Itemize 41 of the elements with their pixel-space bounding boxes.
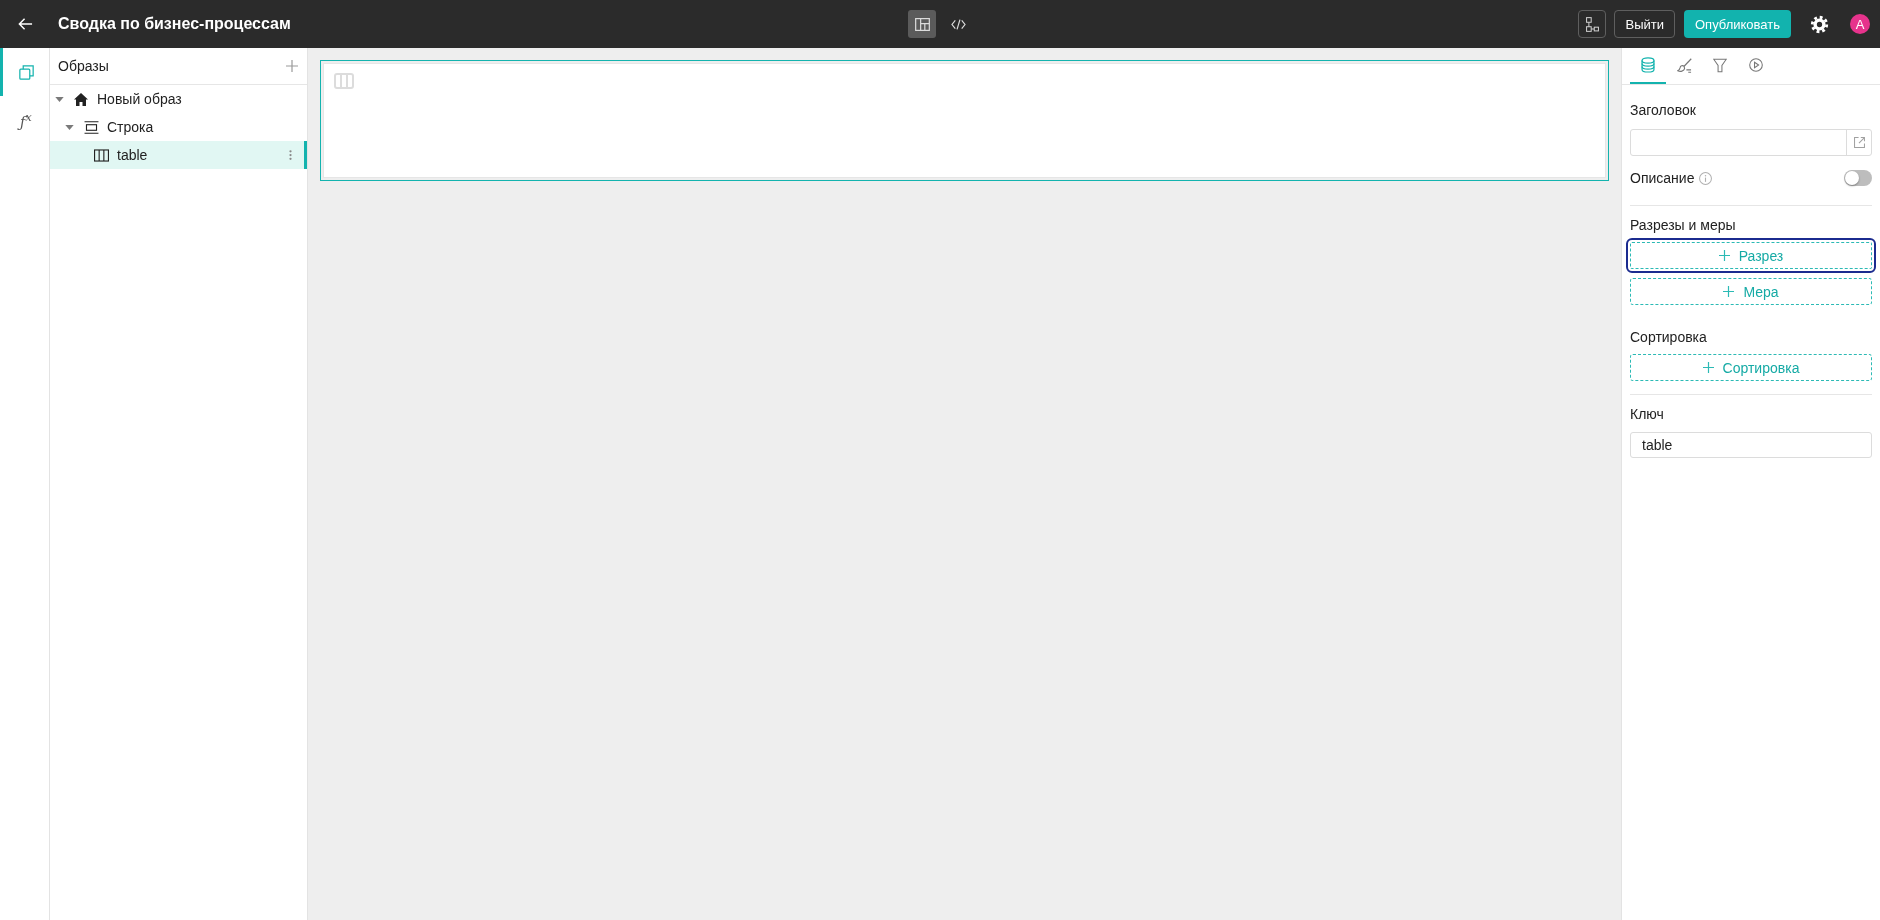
- user-avatar[interactable]: A: [1850, 14, 1870, 34]
- funnel-icon: [1713, 57, 1727, 73]
- formula-tab[interactable]: ƒ$^{x}$: [0, 96, 49, 144]
- caret-down-icon[interactable]: [54, 96, 64, 102]
- tree-item[interactable]: Строка: [50, 113, 307, 141]
- toggle-switch[interactable]: [1844, 170, 1872, 186]
- hierarchy-icon: [1586, 16, 1599, 32]
- tree-item[interactable]: Новый образ: [50, 85, 307, 113]
- field-label: Заголовок: [1630, 101, 1696, 120]
- report-title: Сводка по бизнес-процессам: [58, 15, 291, 33]
- table-icon: [93, 148, 109, 162]
- database-icon: [1641, 57, 1655, 73]
- layout-icon: [914, 17, 930, 31]
- brush-icon: [1676, 57, 1692, 73]
- row-icon: [83, 120, 99, 134]
- tree-item[interactable]: table: [50, 141, 307, 169]
- plus-icon: [1718, 250, 1730, 261]
- external-link-icon: [1853, 137, 1865, 148]
- plus-icon[interactable]: [286, 60, 298, 72]
- back-arrow-icon[interactable]: [18, 17, 33, 31]
- play-icon: [1749, 58, 1763, 72]
- plus-icon: [1702, 362, 1714, 373]
- title-input[interactable]: [1630, 129, 1872, 156]
- table-icon: [334, 73, 354, 89]
- field-label: Описание: [1630, 170, 1695, 186]
- caret-down-icon[interactable]: [64, 124, 74, 130]
- panel-title: Образы: [58, 58, 109, 74]
- more-icon[interactable]: [289, 149, 292, 161]
- exit-button[interactable]: Выйти: [1614, 10, 1675, 38]
- key-input[interactable]: table: [1630, 432, 1872, 458]
- settings-icon[interactable]: [1810, 14, 1829, 34]
- structure-button[interactable]: [1578, 10, 1607, 38]
- code-icon: [950, 18, 966, 30]
- home-icon: [74, 92, 88, 106]
- plus-icon: [1723, 286, 1735, 297]
- section-label: Сортировка: [1630, 328, 1707, 347]
- field-label: Ключ: [1630, 405, 1664, 424]
- section-label: Разрезы и меры: [1630, 216, 1736, 235]
- pages-icon: [18, 64, 34, 80]
- layout-view-button[interactable]: [908, 10, 936, 38]
- info-icon[interactable]: [1699, 171, 1713, 185]
